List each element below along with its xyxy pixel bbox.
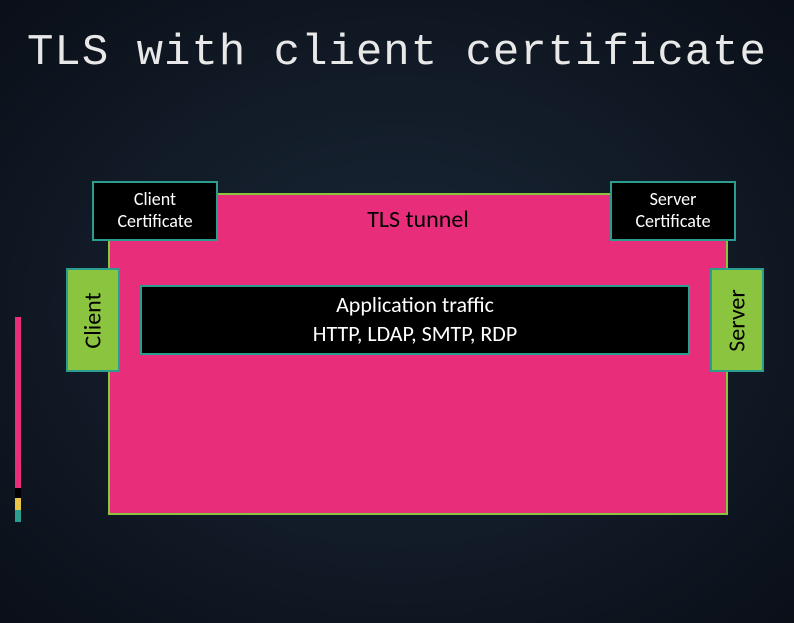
decorative-strip (15, 317, 21, 522)
server-certificate-box: Server Certificate (610, 181, 736, 241)
client-cert-line2: Certificate (94, 211, 216, 233)
client-label: Client (79, 292, 108, 348)
strip-teal (15, 510, 21, 522)
slide-title: TLS with client certificate (0, 28, 794, 78)
client-endpoint-box: Client (66, 268, 120, 372)
application-traffic-box: Application traffic HTTP, LDAP, SMTP, RD… (140, 285, 690, 355)
client-cert-line1: Client (94, 189, 216, 211)
app-traffic-line1: Application traffic (142, 291, 688, 320)
server-label: Server (723, 289, 752, 351)
strip-yellow (15, 498, 21, 510)
strip-dark (15, 488, 21, 498)
server-cert-line2: Certificate (612, 211, 734, 233)
tls-diagram: TLS tunnel Client Certificate Server Cer… (0, 78, 794, 578)
app-traffic-line2: HTTP, LDAP, SMTP, RDP (142, 320, 688, 349)
server-endpoint-box: Server (710, 268, 764, 372)
server-cert-line1: Server (612, 189, 734, 211)
client-certificate-box: Client Certificate (92, 181, 218, 241)
strip-magenta (15, 317, 21, 488)
